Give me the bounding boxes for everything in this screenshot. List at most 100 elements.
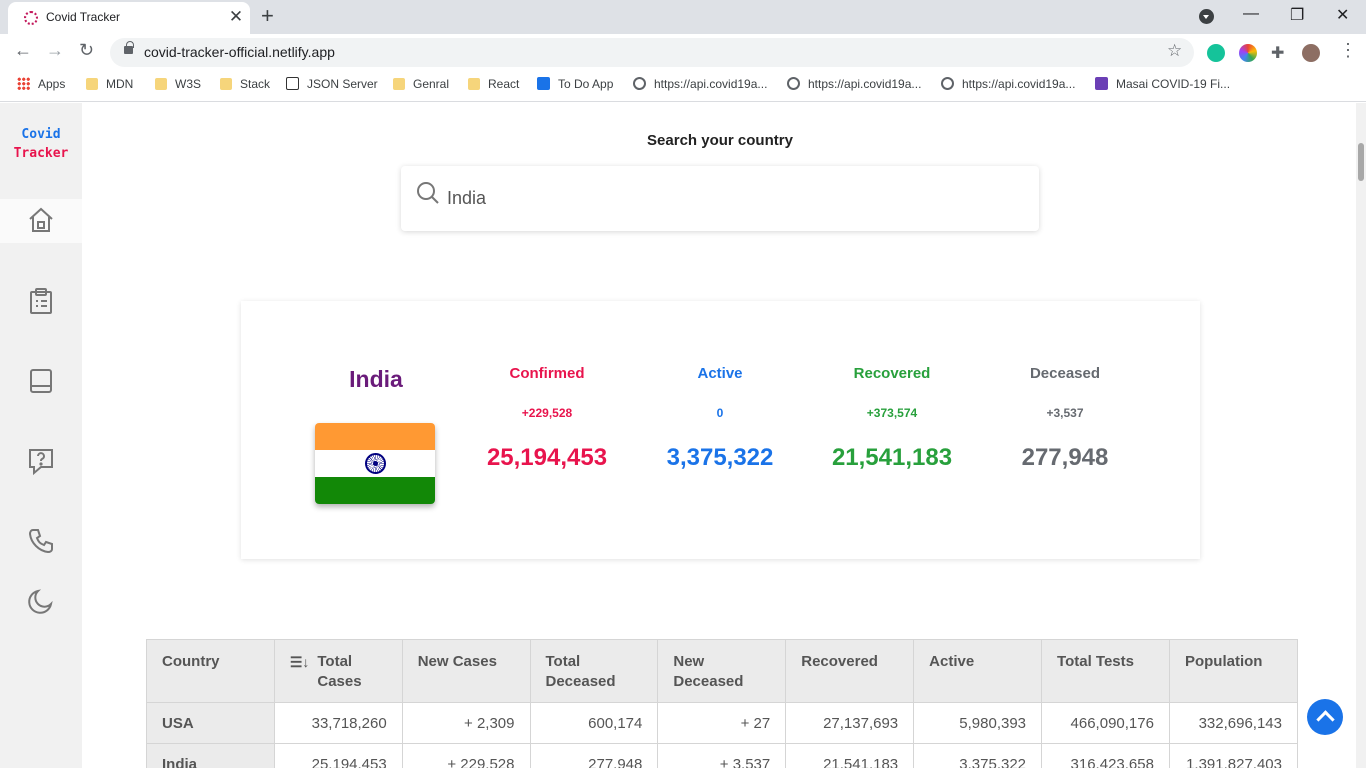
browser-tab-bar: Covid Tracker ✕ + — ❐ ✕	[0, 0, 1366, 34]
bookmark-star-icon[interactable]: ☆	[1167, 41, 1182, 61]
extensions-puzzle-icon[interactable]: ✚	[1271, 43, 1284, 63]
bookmark-todo[interactable]: To Do App	[537, 77, 613, 91]
stat-total: 25,194,453	[486, 444, 608, 471]
minimize-icon[interactable]: —	[1243, 5, 1259, 23]
scrollbar-thumb[interactable]	[1358, 143, 1364, 181]
bookmark-api-3[interactable]: https://api.covid19a...	[941, 77, 1075, 91]
json-server-icon	[286, 77, 299, 90]
stat-label: Deceased	[1029, 365, 1101, 382]
clipboard-icon[interactable]	[26, 286, 56, 316]
bookmark-genral[interactable]: Genral	[393, 77, 449, 91]
cell-new-deceased: + 3,537	[657, 743, 787, 768]
india-flag-icon	[315, 423, 435, 504]
country-search-input[interactable]	[447, 184, 1007, 212]
scroll-to-top-button[interactable]	[1307, 699, 1343, 735]
close-tab-icon[interactable]: ✕	[226, 7, 246, 27]
cell-country: India	[146, 743, 275, 768]
cell-population: 332,696,143	[1168, 702, 1299, 744]
reload-icon[interactable]: ↻	[79, 40, 94, 61]
col-header-active[interactable]: Active	[913, 639, 1043, 703]
folder-icon	[155, 78, 167, 90]
new-tab-icon[interactable]: +	[261, 3, 274, 29]
table-row[interactable]: USA 33,718,260 + 2,309 600,174 + 27 27,1…	[146, 702, 1299, 744]
cell-total-deceased: 600,174	[529, 702, 659, 744]
form-icon	[1095, 77, 1108, 90]
globe-icon	[633, 77, 646, 90]
bookmark-api-2[interactable]: https://api.covid19a...	[787, 77, 921, 91]
window-close-icon[interactable]: ✕	[1336, 5, 1349, 25]
phone-icon[interactable]	[26, 526, 56, 556]
color-picker-extension-icon[interactable]	[1239, 44, 1257, 62]
page-content: Covid Tracker Search your country India	[0, 103, 1366, 768]
stat-active: Active 0 3,375,322	[635, 365, 805, 472]
stat-total: 3,375,322	[666, 444, 774, 471]
apps-grid-icon	[17, 77, 30, 90]
bookmark-masai[interactable]: Masai COVID-19 Fi...	[1095, 77, 1230, 91]
menu-kebab-icon[interactable]: ⋮	[1339, 40, 1357, 61]
col-header-total-deceased[interactable]: Total Deceased	[529, 639, 659, 703]
bookmark-mdn[interactable]: MDN	[86, 77, 133, 91]
col-header-total-cases[interactable]: ☰↓ Total Cases	[273, 639, 403, 703]
logo-line2: Tracker	[13, 146, 69, 161]
stat-label: Confirmed	[509, 365, 585, 382]
tab-search-icon[interactable]	[1199, 9, 1214, 24]
col-header-new-cases[interactable]: New Cases	[401, 639, 531, 703]
lock-icon[interactable]	[124, 41, 134, 54]
stat-total: 277,948	[1021, 444, 1109, 471]
moon-icon[interactable]	[26, 586, 56, 616]
grammarly-extension-icon[interactable]	[1207, 44, 1225, 62]
home-icon[interactable]	[26, 205, 56, 235]
address-bar[interactable]: covid-tracker-official.netlify.app ☆	[110, 38, 1194, 67]
cell-population: 1,391,827,403	[1168, 743, 1299, 768]
sidebar: Covid Tracker	[0, 103, 82, 768]
page-scrollbar[interactable]	[1356, 103, 1366, 768]
app-logo[interactable]: Covid Tracker	[0, 125, 82, 163]
bookmark-json-server[interactable]: JSON Server	[286, 77, 378, 91]
col-header-population[interactable]: Population	[1168, 639, 1299, 703]
col-header-country[interactable]: Country	[146, 639, 275, 703]
folder-icon	[393, 78, 405, 90]
col-header-new-deceased[interactable]: New Deceased	[657, 639, 787, 703]
book-icon[interactable]	[26, 366, 56, 396]
help-icon[interactable]	[26, 446, 56, 476]
bookmark-stack[interactable]: Stack	[220, 77, 270, 91]
sort-icon[interactable]: ☰↓	[290, 652, 310, 672]
browser-tab[interactable]: Covid Tracker ✕	[8, 2, 250, 34]
folder-icon	[86, 78, 98, 90]
globe-icon	[787, 77, 800, 90]
country-name: India	[349, 366, 403, 392]
cell-total-deceased: 277,948	[529, 743, 659, 768]
cell-new-cases: + 2,309	[401, 702, 531, 744]
cell-recovered: 27,137,693	[785, 702, 915, 744]
bookmark-api-1[interactable]: https://api.covid19a...	[633, 77, 767, 91]
stat-delta: 0	[716, 406, 724, 420]
stat-delta: +3,537	[1046, 406, 1084, 420]
restore-icon[interactable]: ❐	[1290, 5, 1304, 25]
col-header-recovered[interactable]: Recovered	[785, 639, 915, 703]
bookmark-apps[interactable]: Apps	[17, 77, 65, 91]
folder-icon	[220, 78, 232, 90]
forward-icon[interactable]: →	[46, 40, 64, 61]
url-text[interactable]: covid-tracker-official.netlify.app	[144, 44, 335, 60]
stat-label: Active	[697, 365, 743, 382]
checkbox-icon	[537, 77, 550, 90]
bookmark-w3s[interactable]: W3S	[155, 77, 201, 91]
search-title: Search your country	[647, 132, 793, 149]
table-header-row: Country ☰↓ Total Cases New Cases Total De…	[146, 639, 1299, 703]
cell-new-cases: + 229,528	[401, 743, 531, 768]
globe-icon	[941, 77, 954, 90]
tab-title: Covid Tracker	[46, 10, 121, 24]
col-header-total-tests[interactable]: Total Tests	[1041, 639, 1170, 703]
search-icon	[416, 181, 440, 205]
profile-avatar[interactable]	[1302, 44, 1320, 62]
cell-new-deceased: + 27	[657, 702, 787, 744]
stat-confirmed: Confirmed +229,528 25,194,453	[462, 365, 632, 472]
cell-total-cases: 25,194,453	[273, 743, 403, 768]
table-row[interactable]: India 25,194,453 + 229,528 277,948 + 3,5…	[146, 743, 1299, 768]
logo-line1: Covid	[21, 127, 61, 142]
bookmark-react[interactable]: React	[468, 77, 519, 91]
back-icon[interactable]: ←	[14, 40, 32, 61]
search-box[interactable]	[401, 166, 1039, 231]
cell-recovered: 21,541,183	[785, 743, 915, 768]
folder-icon	[468, 78, 480, 90]
